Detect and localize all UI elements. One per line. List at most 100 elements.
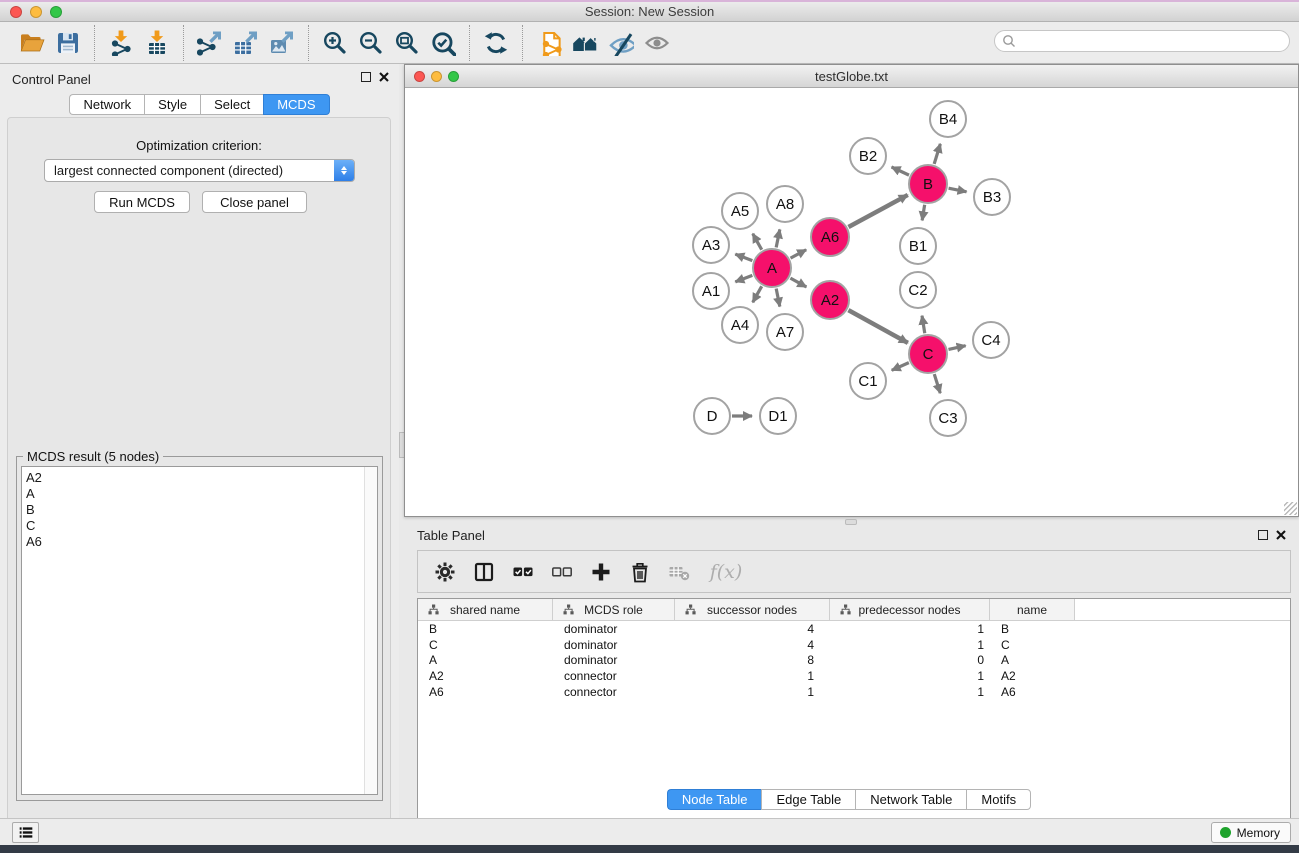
zoom-in-button[interactable] <box>317 27 353 59</box>
node-B1[interactable]: B1 <box>900 228 936 264</box>
edge-A-A4[interactable] <box>753 286 762 302</box>
float-panel-icon[interactable] <box>361 72 371 82</box>
run-mcds-button[interactable]: Run MCDS <box>94 191 190 213</box>
network-canvas[interactable]: B4B2BB3A5A8A6A3B1AA1C2A2A4A7C4CC1DD1C3 <box>405 88 1298 516</box>
import-table-button[interactable] <box>139 27 175 59</box>
edge-B-B1[interactable] <box>922 205 925 221</box>
resize-grip-icon[interactable] <box>1284 502 1297 515</box>
node-B3[interactable]: B3 <box>974 179 1010 215</box>
edge-C-C4[interactable] <box>948 346 965 350</box>
tab-network[interactable]: Network <box>69 94 144 115</box>
node-A1[interactable]: A1 <box>693 273 729 309</box>
tab-mcds[interactable]: MCDS <box>263 94 329 115</box>
show-all-button[interactable] <box>639 27 675 59</box>
column-header-successor-nodes[interactable]: successor nodes <box>675 599 830 620</box>
tab-node-table[interactable]: Node Table <box>667 789 762 810</box>
settings-button[interactable] <box>430 556 460 588</box>
float-table-panel-icon[interactable] <box>1258 530 1268 540</box>
import-network-button[interactable] <box>103 27 139 59</box>
save-session-button[interactable] <box>50 27 86 59</box>
result-scrollbar[interactable] <box>364 467 377 794</box>
node-A[interactable]: A <box>753 249 791 287</box>
column-header-name[interactable]: name <box>990 599 1075 620</box>
tab-style[interactable]: Style <box>144 94 200 115</box>
network-close-button[interactable] <box>414 71 425 82</box>
table-row[interactable]: Cdominator41C <box>418 637 1290 653</box>
export-table-button[interactable] <box>228 27 264 59</box>
node-C2[interactable]: C2 <box>900 272 936 308</box>
edge-A-A8[interactable] <box>776 229 780 247</box>
column-header-shared-name[interactable]: shared name <box>418 599 553 620</box>
node-C3[interactable]: C3 <box>930 400 966 436</box>
column-header-predecessor-nodes[interactable]: predecessor nodes <box>830 599 990 620</box>
result-item[interactable]: A <box>26 486 377 502</box>
first-neighbors-button[interactable] <box>567 27 603 59</box>
select-all-button[interactable] <box>508 556 538 588</box>
minimize-window-button[interactable] <box>30 6 42 18</box>
zoom-out-button[interactable] <box>353 27 389 59</box>
node-B4[interactable]: B4 <box>930 101 966 137</box>
hide-selected-button[interactable] <box>603 27 639 59</box>
export-image-button[interactable] <box>264 27 300 59</box>
result-item[interactable]: C <box>26 518 377 534</box>
node-C[interactable]: C <box>909 335 947 373</box>
tab-network-table[interactable]: Network Table <box>855 789 966 810</box>
result-item[interactable]: A6 <box>26 534 377 550</box>
node-C1[interactable]: C1 <box>850 363 886 399</box>
table-row[interactable]: Bdominator41B <box>418 621 1290 637</box>
tab-motifs[interactable]: Motifs <box>966 789 1031 810</box>
mcds-result-list[interactable]: A2ABCA6 <box>21 466 378 795</box>
add-button[interactable] <box>586 556 616 588</box>
open-session-button[interactable] <box>14 27 50 59</box>
node-A5[interactable]: A5 <box>722 193 758 229</box>
edge-A-A3[interactable] <box>735 254 752 260</box>
maximize-window-button[interactable] <box>50 6 62 18</box>
task-history-button[interactable] <box>12 822 39 843</box>
table-row[interactable]: A6connector11A6 <box>418 684 1290 700</box>
close-panel-button[interactable]: Close panel <box>202 191 307 213</box>
edge-A-A7[interactable] <box>776 289 780 307</box>
edge-A-A1[interactable] <box>735 275 752 281</box>
close-window-button[interactable] <box>10 6 22 18</box>
network-minimize-button[interactable] <box>431 71 442 82</box>
node-A8[interactable]: A8 <box>767 186 803 222</box>
network-maximize-button[interactable] <box>448 71 459 82</box>
edge-B-B3[interactable] <box>949 188 967 192</box>
edge-C-C1[interactable] <box>892 363 909 371</box>
zoom-selected-button[interactable] <box>425 27 461 59</box>
tab-select[interactable]: Select <box>200 94 263 115</box>
table-row[interactable]: A2connector11A2 <box>418 668 1290 684</box>
column-header-MCDS-role[interactable]: MCDS role <box>553 599 675 620</box>
edge-A2-C[interactable] <box>848 310 907 343</box>
node-B2[interactable]: B2 <box>850 138 886 174</box>
result-item[interactable]: A2 <box>26 470 377 486</box>
edge-B-B4[interactable] <box>934 144 940 164</box>
new-network-from-selection-button[interactable] <box>531 27 567 59</box>
refresh-layout-button[interactable] <box>478 27 514 59</box>
node-C4[interactable]: C4 <box>973 322 1009 358</box>
edge-A-A5[interactable] <box>753 234 762 250</box>
column-button[interactable] <box>469 556 499 588</box>
zoom-fit-button[interactable] <box>389 27 425 59</box>
export-network-button[interactable] <box>192 27 228 59</box>
node-A3[interactable]: A3 <box>693 227 729 263</box>
node-D[interactable]: D <box>694 398 730 434</box>
tab-edge-table[interactable]: Edge Table <box>761 789 855 810</box>
edge-A-A2[interactable] <box>790 278 806 287</box>
edge-A-A6[interactable] <box>791 250 807 258</box>
node-D1[interactable]: D1 <box>760 398 796 434</box>
close-table-panel-icon[interactable] <box>1276 530 1286 540</box>
close-panel-icon[interactable] <box>379 72 389 82</box>
node-A2[interactable]: A2 <box>811 281 849 319</box>
node-B[interactable]: B <box>909 165 947 203</box>
node-A4[interactable]: A4 <box>722 307 758 343</box>
node-A7[interactable]: A7 <box>767 314 803 350</box>
criterion-dropdown[interactable]: largest connected component (directed) <box>44 159 355 182</box>
node-table[interactable]: shared nameMCDS rolesuccessor nodesprede… <box>417 598 1291 850</box>
deselect-all-button[interactable] <box>547 556 577 588</box>
table-row[interactable]: Adominator80A <box>418 653 1290 669</box>
edge-A6-B[interactable] <box>848 195 907 227</box>
network-graph[interactable]: B4B2BB3A5A8A6A3B1AA1C2A2A4A7C4CC1DD1C3 <box>405 88 1298 516</box>
network-window-titlebar[interactable]: testGlobe.txt <box>405 65 1298 88</box>
delete-button[interactable] <box>625 556 655 588</box>
